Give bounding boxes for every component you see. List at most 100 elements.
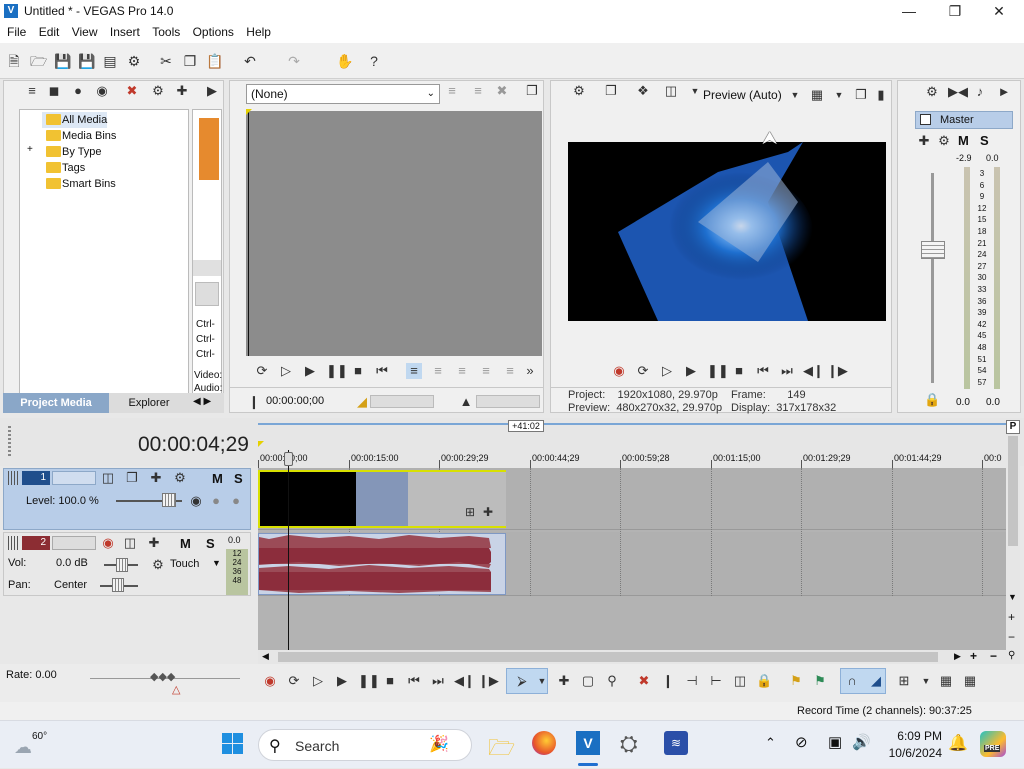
trimmer-clear-icon[interactable]: ≡: [470, 83, 486, 99]
selection-tool-icon[interactable]: ▢: [580, 673, 596, 689]
insert-marker-icon[interactable]: ⚑: [788, 673, 804, 689]
drag-handle[interactable]: [8, 471, 18, 485]
expand-icon[interactable]: +: [27, 144, 33, 155]
play-from-start-icon[interactable]: ▷: [278, 363, 294, 379]
network-icon[interactable]: ⊘: [795, 733, 808, 751]
track-fx-icon[interactable]: ❐: [124, 470, 140, 486]
clock-date[interactable]: 10/6/2024: [884, 746, 942, 760]
pause-icon[interactable]: ❚❚: [326, 363, 348, 379]
paste-icon[interactable]: 📋: [206, 53, 223, 69]
redo-icon[interactable]: ↷: [286, 53, 302, 69]
pan-slider-handle[interactable]: [112, 578, 124, 592]
trimmer-add4-icon[interactable]: ≡: [478, 363, 494, 379]
copy-snapshot-icon[interactable]: ❐: [853, 87, 869, 103]
stop-icon[interactable]: ■: [731, 363, 747, 379]
taskbar-search-box[interactable]: ⚲ Search 🎉: [258, 729, 472, 761]
copilot-icon[interactable]: PRE: [980, 731, 1006, 757]
file-explorer-icon[interactable]: 🗁: [488, 731, 515, 769]
zoom-tool-icon[interactable]: ⚲: [1008, 650, 1015, 661]
drag-handle[interactable]: [8, 426, 11, 456]
event-pan-crop-icon[interactable]: ⊞: [462, 504, 478, 520]
split-icon[interactable]: ◫: [732, 673, 748, 689]
media-thumbnail[interactable]: [199, 118, 219, 180]
automation-icon[interactable]: ⚙: [150, 557, 166, 573]
media-fx-icon[interactable]: ⚙: [150, 83, 166, 99]
views-icon[interactable]: ▶: [204, 83, 220, 99]
go-to-end-icon[interactable]: ⏭: [430, 673, 446, 689]
trimmer-selection-field[interactable]: [370, 395, 434, 408]
pause-icon[interactable]: ❚❚: [358, 673, 380, 689]
trimmer-list-icon[interactable]: ≡: [444, 83, 460, 99]
tree-smart-bins[interactable]: Smart Bins: [42, 176, 116, 192]
undo-icon[interactable]: ↶: [242, 53, 258, 69]
master-solo-button[interactable]: S: [980, 133, 989, 148]
go-to-start-icon[interactable]: ⏮: [755, 363, 771, 379]
drag-handle[interactable]: [8, 536, 18, 550]
ripple-edit-icon[interactable]: ⊞: [896, 673, 912, 689]
menu-insert[interactable]: Insert: [110, 23, 140, 39]
scroll-down-icon[interactable]: ▼: [1008, 592, 1017, 602]
scrollbar-thumb[interactable]: [278, 652, 938, 662]
marker-bar-icon[interactable]: P: [1006, 420, 1020, 434]
automation-mode[interactable]: Touch: [170, 558, 199, 570]
menu-edit[interactable]: Edit: [39, 23, 60, 39]
event-fx-icon[interactable]: ✚: [480, 504, 496, 520]
master-settings-icon[interactable]: ⚙: [924, 84, 940, 100]
next-frame-icon[interactable]: ❙▶: [827, 363, 848, 379]
save-snapshot-icon[interactable]: ▮: [873, 87, 889, 103]
trimmer-add5-icon[interactable]: ≡: [502, 363, 518, 379]
close-button[interactable]: ✕: [976, 0, 1022, 23]
grid-icon[interactable]: ▦: [809, 87, 825, 103]
notifications-icon[interactable]: 🔔: [948, 733, 968, 753]
arm-record-icon[interactable]: ◉: [100, 535, 116, 551]
split-screen-icon[interactable]: ❖: [635, 83, 651, 99]
play-from-start-icon[interactable]: ▷: [310, 673, 326, 689]
play-icon[interactable]: ▶: [683, 363, 699, 379]
track-settings-icon[interactable]: ⚙: [172, 470, 188, 486]
menu-tools[interactable]: Tools: [152, 23, 180, 39]
clock-time[interactable]: 6:09 PM: [884, 729, 942, 743]
trim-end-icon[interactable]: ⊢: [708, 673, 724, 689]
speaker-icon[interactable]: ►: [996, 84, 1012, 100]
zoom-in-vertical-icon[interactable]: +: [1008, 610, 1015, 624]
video-solo-button[interactable]: S: [234, 471, 243, 486]
master-fader-handle[interactable]: [921, 241, 945, 259]
overlays-icon[interactable]: ◫: [663, 83, 679, 99]
edit-tool-icon[interactable]: ✋: [336, 53, 353, 69]
scrollbar-thumb[interactable]: [1008, 436, 1018, 546]
tree-media-bins[interactable]: Media Bins: [42, 128, 116, 144]
video-track-header[interactable]: 1 ◫ ❐ ✚ ⚙ M S Level: 100.0 % ◉ ● ●: [3, 468, 251, 530]
copy-icon[interactable]: ❐: [182, 53, 198, 69]
stop-icon[interactable]: ■: [350, 363, 366, 379]
trimmer-remove-icon[interactable]: ✖: [494, 83, 510, 99]
weather-widget[interactable]: ☁ 60°: [14, 731, 47, 757]
audio-fx-icon[interactable]: ✚: [146, 535, 162, 551]
tree-tags[interactable]: Tags: [42, 160, 85, 176]
trimmer-add2-icon[interactable]: ≡: [430, 363, 446, 379]
invert-phase-icon[interactable]: ◫: [122, 535, 138, 551]
timeline-ruler[interactable]: 00:00:00;0000:00:15:0000:00:29;2900:00:4…: [258, 450, 1006, 468]
zoom-in-icon[interactable]: +: [970, 649, 977, 663]
timeline-horizontal-scrollbar[interactable]: ◀ ▶ + − ⚲: [258, 649, 1020, 664]
downmix-icon[interactable]: ▶◀: [948, 84, 968, 100]
trim-icon[interactable]: ❙: [660, 673, 676, 689]
go-to-start-icon[interactable]: ⏮: [374, 363, 390, 379]
loop-icon[interactable]: ⟳: [286, 673, 302, 689]
web-icon[interactable]: ◉: [94, 83, 110, 99]
video-track-name[interactable]: [52, 471, 96, 485]
pin-icon[interactable]: ❙: [246, 394, 262, 410]
remove-icon[interactable]: ✖: [124, 83, 140, 99]
scroll-right-icon[interactable]: ▶: [954, 651, 961, 662]
snapping-icon[interactable]: ∩: [844, 673, 860, 689]
properties-icon[interactable]: ⚙: [126, 53, 142, 69]
auto-crossfade-icon[interactable]: ◢: [868, 673, 884, 689]
master-mute-button[interactable]: M: [958, 133, 969, 148]
display-icon[interactable]: ▣: [828, 733, 842, 751]
zoom-edit-tool-icon[interactable]: ⚲: [604, 673, 620, 689]
next-frame-icon[interactable]: ❙▶: [478, 673, 499, 689]
playhead-cursor[interactable]: [288, 450, 289, 650]
chevron-up-icon[interactable]: ⌃: [765, 735, 776, 751]
maximize-button[interactable]: ❐: [932, 0, 978, 23]
tab-project-media[interactable]: Project Media: [3, 393, 109, 413]
chevron-down-icon[interactable]: ▼: [212, 558, 221, 568]
